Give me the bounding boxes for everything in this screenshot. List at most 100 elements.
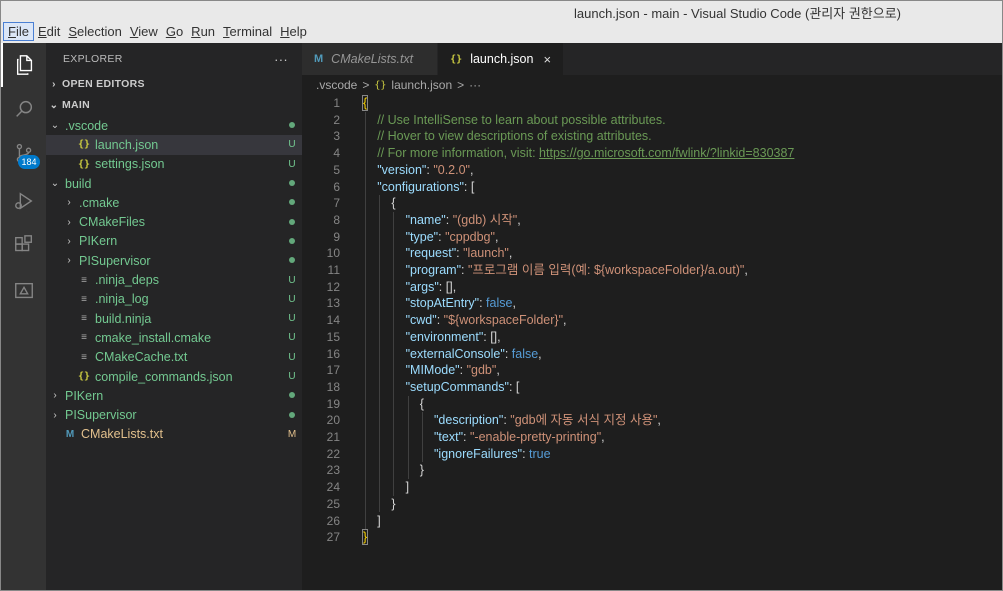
menu-item-help[interactable]: Help <box>276 22 311 41</box>
open-editors-section[interactable]: › OPEN EDITORS <box>46 75 302 93</box>
text-file-icon: ≡ <box>81 293 87 305</box>
tree-item-cmake-install-cmake[interactable]: ≡ cmake_install.cmake U <box>46 328 302 347</box>
git-status-badge: M <box>287 428 297 440</box>
line-number: 21 <box>326 430 340 444</box>
run-debug-icon <box>14 192 33 210</box>
extensions-activity-button[interactable] <box>1 223 46 267</box>
menu-item-edit[interactable]: Edit <box>34 22 64 41</box>
tree-item-pisupervisor[interactable]: › PISupervisor <box>46 405 302 424</box>
code-token: "MIMode" <box>405 363 460 378</box>
open-editors-label: OPEN EDITORS <box>62 78 145 90</box>
line-number: 2 <box>333 112 340 127</box>
tree-item-pikern[interactable]: › PIKern <box>46 386 302 405</box>
workspace-section[interactable]: ⌄ MAIN <box>46 94 302 116</box>
menu-item-go[interactable]: Go <box>162 22 187 41</box>
code-token: : <box>479 296 487 311</box>
json-file-icon: {} <box>77 139 91 151</box>
tree-item-cmake[interactable]: › .cmake <box>46 193 302 212</box>
menu-item-terminal[interactable]: Terminal <box>219 22 276 41</box>
json-file-icon: {} <box>77 158 91 170</box>
explorer-activity-button[interactable] <box>1 43 46 87</box>
tree-item-label: build <box>65 176 92 191</box>
git-status-dot <box>282 255 302 266</box>
remote-explorer-icon <box>14 282 33 299</box>
code-token: , <box>512 296 516 311</box>
code-token: "0.2.0" <box>433 162 470 177</box>
code-line: 15 "environment": [], <box>302 329 1002 346</box>
run-debug-activity-button[interactable] <box>1 179 46 223</box>
git-status-badge: U <box>288 371 296 382</box>
code-token[interactable]: https://go.microsoft.com/fwlink/?linkid=… <box>539 146 794 160</box>
code-text: // For more information, visit: https://… <box>377 145 794 162</box>
indent-guide <box>407 395 409 480</box>
code-line: 12 "args": [], <box>302 279 1002 296</box>
line-number: 8 <box>333 212 340 227</box>
tree-item-compile-commands-json[interactable]: {} compile_commands.json U <box>46 367 302 386</box>
tree-item-pikern[interactable]: › PIKern <box>46 232 302 251</box>
menu-label: iew <box>138 24 158 39</box>
code-text: "stopAtEntry": false, <box>406 295 516 312</box>
tree-item-build-ninja[interactable]: ≡ build.ninja U <box>46 309 302 328</box>
code-token: "configurations" <box>377 179 464 194</box>
code-line: 13 "stopAtEntry": false, <box>302 295 1002 312</box>
tab-launch-json[interactable]: {} launch.json × <box>438 43 565 75</box>
tree-item-settings-json[interactable]: {} settings.json U <box>46 155 302 174</box>
code-line: 7{ <box>302 195 1002 212</box>
tree-item-cmakefiles[interactable]: › CMakeFiles <box>46 212 302 231</box>
indent-guide <box>421 412 423 463</box>
tree-item-cmakecache-txt[interactable]: ≡ CMakeCache.txt U <box>46 348 302 367</box>
code-token: : <box>445 212 453 227</box>
explorer-sidebar: EXPLORER ··· › OPEN EDITORS ⌄ MAIN ⌄ .vsc… <box>46 43 302 590</box>
breadcrumb-item[interactable]: launch.json <box>391 78 452 92</box>
code-editor[interactable]: 1{2// Use IntelliSense to learn about po… <box>302 95 1002 590</box>
menu-item-run[interactable]: Run <box>187 22 219 41</box>
code-token: "cwd" <box>405 313 437 328</box>
code-token: : [], <box>438 279 457 294</box>
menu-item-view[interactable]: View <box>126 22 162 41</box>
tree-item-label: build.ninja <box>95 311 152 326</box>
code-line: 25} <box>302 496 1002 513</box>
menu-label: election <box>77 24 122 39</box>
code-token: "setupCommands" <box>405 379 509 394</box>
tree-item-label: launch.json <box>95 137 159 152</box>
menu-item-file[interactable]: File <box>3 22 34 41</box>
tab-label: launch.json <box>470 52 534 66</box>
menu-bar: File Edit Selection View Go Run Terminal Help <box>3 22 311 41</box>
git-status-dot <box>282 390 302 401</box>
tree-item-launch-json[interactable]: {} launch.json U <box>46 135 302 155</box>
close-icon[interactable]: × <box>543 52 551 67</box>
code-token: } <box>361 529 369 546</box>
breadcrumb-separator: > <box>457 78 465 92</box>
breadcrumb-item[interactable]: ··· <box>469 78 481 92</box>
remote-explorer-activity-button[interactable] <box>1 269 46 313</box>
code-line: 5 "version": "0.2.0", <box>302 162 1002 179</box>
line-number: 18 <box>326 379 340 394</box>
more-actions-icon[interactable]: ··· <box>274 52 288 67</box>
code-text: "name": "(gdb) 시작", <box>406 212 521 229</box>
code-token: : [], <box>483 329 501 344</box>
code-token: "cppdbg" <box>445 229 495 244</box>
code-token: "name" <box>405 212 446 227</box>
tree-item-ninja-log[interactable]: ≡ .ninja_log U <box>46 290 302 309</box>
tab-cmakelists-txt[interactable]: M CMakeLists.txt <box>302 43 439 75</box>
extensions-icon <box>14 235 32 252</box>
tree-item-build[interactable]: ⌄ build <box>46 174 302 193</box>
code-token: ] <box>377 513 381 528</box>
tree-item-label: cmake_install.cmake <box>95 330 212 345</box>
code-token: : <box>504 346 512 361</box>
code-text: { <box>420 396 424 413</box>
tree-item-label: PISupervisor <box>79 253 151 268</box>
search-activity-button[interactable] <box>1 87 46 131</box>
menu-accelerator: F <box>8 24 16 39</box>
tree-item-ninja-deps[interactable]: ≡ .ninja_deps U <box>46 270 302 289</box>
tree-item-cmakelists-txt[interactable]: M CMakeLists.txt M <box>46 425 302 444</box>
menu-item-selection[interactable]: Selection <box>64 22 125 41</box>
tree-item-pisupervisor[interactable]: › PISupervisor <box>46 251 302 270</box>
tree-item-vscode[interactable]: ⌄ .vscode <box>46 116 302 135</box>
breadcrumb-item[interactable]: .vscode <box>316 78 357 92</box>
code-text: "ignoreFailures": true <box>434 446 551 463</box>
code-token: } <box>419 463 424 478</box>
code-token: , <box>508 246 513 261</box>
code-token: "args" <box>405 279 439 294</box>
indent-guide <box>393 211 395 496</box>
